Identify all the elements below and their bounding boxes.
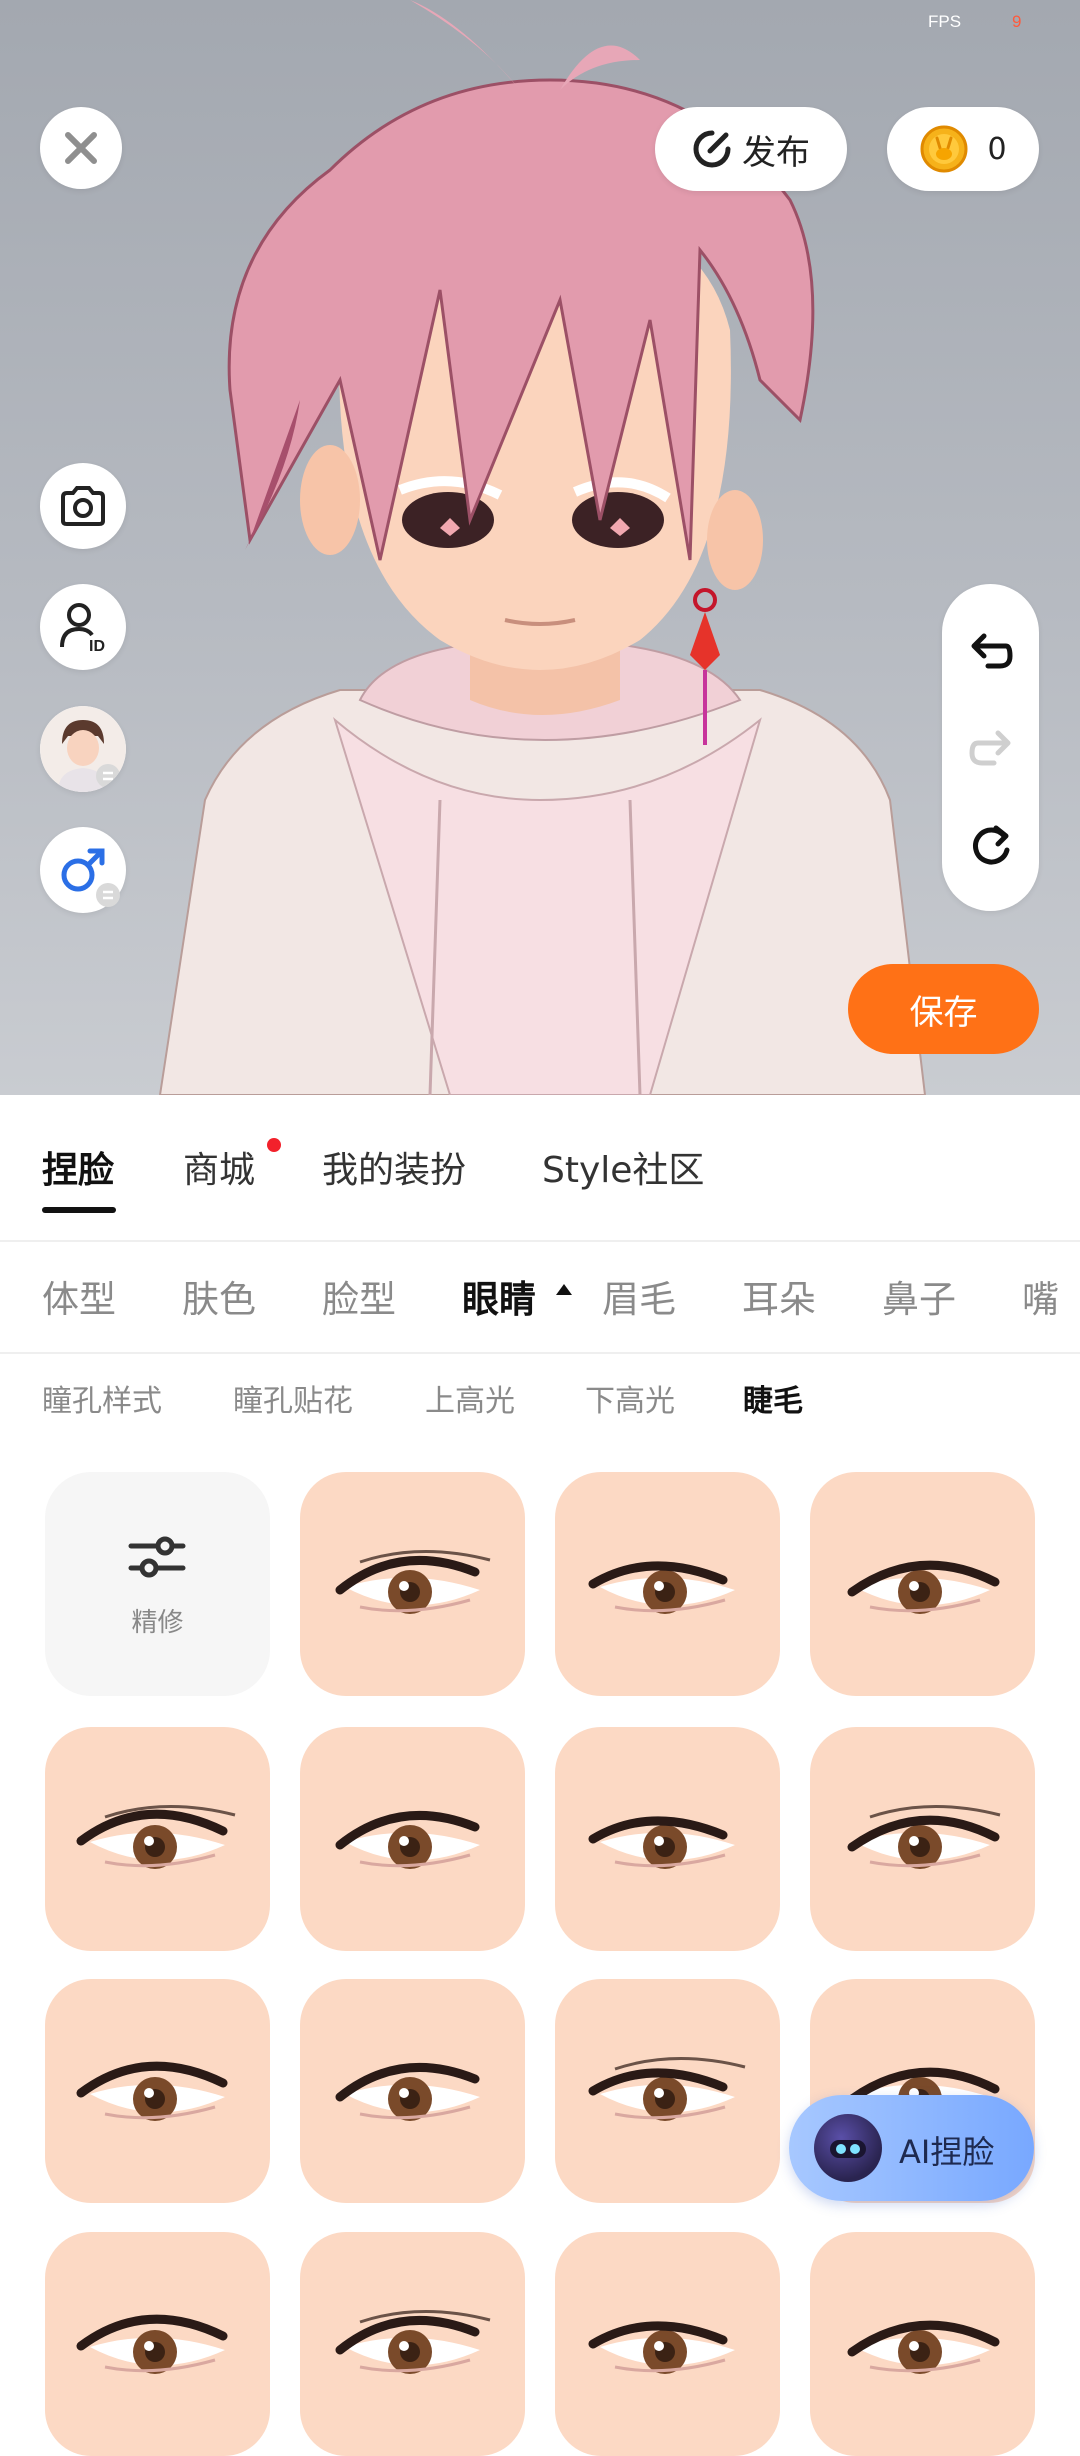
subtab-upper-highlight[interactable]: 上高光: [425, 1376, 515, 1420]
coin-icon: [920, 125, 968, 173]
eyelash-option[interactable]: [555, 2232, 780, 2456]
male-gender-icon: [61, 848, 120, 907]
user-id-icon: ID: [60, 603, 105, 653]
fps-label: FPS: [928, 12, 962, 31]
camera-icon: [61, 486, 105, 526]
eyelash-option[interactable]: [300, 1472, 525, 1696]
subtab-pupil-decal[interactable]: 瞳孔贴花: [233, 1376, 353, 1420]
eye-preview-icon: [76, 2314, 228, 2374]
refine-label: 精修: [131, 1608, 184, 1638]
camera-button[interactable]: [40, 463, 126, 549]
avatar-id-button[interactable]: ID: [40, 584, 126, 670]
category-face-shape[interactable]: 脸型: [322, 1269, 396, 1323]
ai-face-button[interactable]: AI捏脸: [789, 2095, 1034, 2201]
eye-preview-icon: [588, 2057, 746, 2121]
category-body[interactable]: 体型: [42, 1269, 116, 1323]
undo-icon[interactable]: [968, 628, 1014, 674]
eye-preview-icon: [335, 2062, 480, 2121]
eyelash-option[interactable]: [300, 2232, 525, 2456]
eye-preview-icon: [76, 2061, 228, 2121]
eyelash-option[interactable]: [810, 1727, 1035, 1951]
switch-outfit-button[interactable]: [40, 706, 126, 792]
redo-icon[interactable]: [968, 725, 1014, 771]
eyelash-option[interactable]: [555, 1979, 780, 2203]
tab-my-outfits[interactable]: 我的装扮: [322, 1141, 466, 1193]
caret-up-icon: [556, 1284, 572, 1295]
eyelash-option[interactable]: [810, 2232, 1035, 2456]
coin-count: 0: [987, 131, 1007, 167]
subtab-lower-highlight[interactable]: 下高光: [585, 1376, 675, 1420]
gender-switch-button[interactable]: [40, 827, 126, 913]
save-button[interactable]: 保存: [848, 964, 1039, 1054]
category-eyebrows[interactable]: 眉毛: [602, 1269, 676, 1323]
eyelash-option[interactable]: [300, 1727, 525, 1951]
eyelash-option[interactable]: [300, 1979, 525, 2203]
avatar-preview[interactable]: FPS 9 发布 0 ID 保存: [0, 0, 1080, 1095]
eye-preview-icon: [847, 1805, 1001, 1869]
main-tabs: 捏脸 商城 我的装扮 Style社区: [0, 1095, 1080, 1242]
fps-value: 9: [1012, 12, 1022, 31]
eye-preview-icon: [76, 1805, 236, 1869]
category-nose[interactable]: 鼻子: [882, 1269, 956, 1323]
category-mouth[interactable]: 嘴: [1022, 1269, 1059, 1323]
category-skin[interactable]: 肤色: [182, 1269, 256, 1323]
history-panel: [942, 584, 1039, 911]
eye-preview-icon: [847, 2320, 1000, 2374]
coin-balance-button[interactable]: 0: [887, 107, 1039, 191]
eyelash-option[interactable]: [810, 1472, 1035, 1696]
close-button[interactable]: [40, 107, 122, 189]
eyelash-option[interactable]: [45, 2232, 270, 2456]
ai-face-label: AI捏脸: [899, 2133, 995, 2171]
publish-icon: [693, 130, 731, 168]
ai-robot-icon: [814, 2114, 882, 2182]
eye-preview-icon: [588, 1561, 735, 1614]
eye-preview-icon: [335, 1550, 491, 1614]
eye-preview-icon: [847, 1560, 1000, 1614]
active-tab-indicator: [42, 1207, 116, 1213]
sliders-icon: [128, 1536, 186, 1578]
refine-button[interactable]: 精修: [45, 1472, 270, 1696]
subtab-eyelashes[interactable]: 睫毛: [743, 1376, 803, 1420]
notification-dot: [267, 1138, 281, 1152]
tab-face-editor[interactable]: 捏脸: [42, 1141, 114, 1193]
subtab-pupil-style[interactable]: 瞳孔样式: [42, 1376, 162, 1420]
eye-preview-icon: [335, 2310, 491, 2374]
eyelash-option[interactable]: [555, 1472, 780, 1696]
subcategory-tabs: 瞳孔样式 瞳孔贴花 上高光 下高光 睫毛: [0, 1354, 1080, 1454]
publish-button[interactable]: 发布: [655, 107, 847, 191]
reset-icon[interactable]: [968, 822, 1014, 868]
category-ears[interactable]: 耳朵: [742, 1269, 816, 1323]
eye-preview-icon: [588, 1816, 735, 1869]
category-tabs: 体型 肤色 脸型 眼睛 眉毛 耳朵 鼻子 嘴: [0, 1242, 1080, 1354]
svg-text:ID: ID: [89, 638, 105, 653]
eyelash-option[interactable]: [45, 1979, 270, 2203]
eye-preview-icon: [335, 1810, 480, 1869]
eyelash-option[interactable]: [555, 1727, 780, 1951]
eye-preview-icon: [588, 2321, 735, 2374]
tab-shop[interactable]: 商城: [183, 1141, 255, 1193]
category-eyes[interactable]: 眼睛: [462, 1269, 536, 1323]
publish-label: 发布: [742, 132, 810, 173]
tab-style-community[interactable]: Style社区: [542, 1141, 704, 1193]
close-icon: [65, 132, 97, 164]
eyelash-option[interactable]: [45, 1727, 270, 1951]
character-thumbnail-icon: [40, 706, 126, 792]
